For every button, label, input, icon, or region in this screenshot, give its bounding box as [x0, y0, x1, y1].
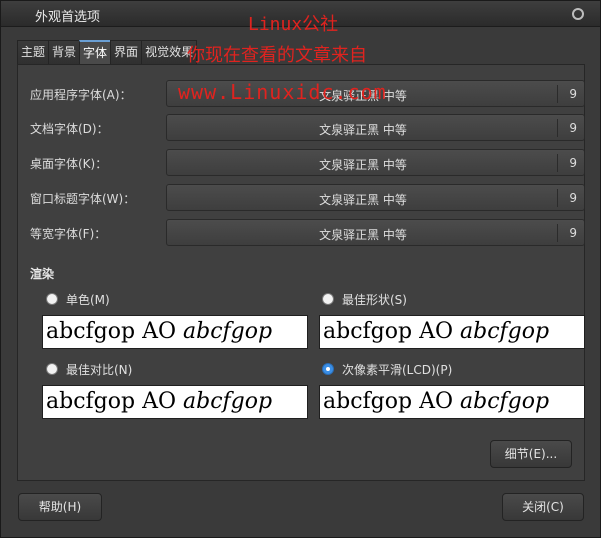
preview-italic-text: abcfgop	[183, 319, 273, 344]
application-font-label: 应用程序字体(A)：	[30, 88, 132, 102]
radio-best-shapes-label: 最佳形状(S)	[342, 292, 407, 307]
help-button[interactable]: 帮助(H)	[18, 493, 102, 521]
divider	[557, 85, 558, 103]
radio-best-shapes[interactable]: 最佳形状(S)	[322, 290, 407, 308]
radio-subpixel-lcd-label: 次像素平滑(LCD)(P)	[342, 362, 453, 377]
radio-subpixel-lcd[interactable]: 次像素平滑(LCD)(P)	[322, 360, 452, 378]
radio-indicator[interactable]	[46, 363, 58, 375]
font-size: 9	[569, 87, 577, 101]
radio-monochrome-label: 单色(M)	[66, 292, 110, 307]
document-font-button[interactable]: 文泉驿正黑 中等 9	[166, 114, 585, 141]
tab-bar: 主题 背景 字体 界面 视觉效果	[17, 40, 198, 64]
fonts-panel: 应用程序字体(A)： 文泉驿正黑 中等 9 文档字体(D)： 文泉驿正黑 中等 …	[17, 64, 585, 481]
font-name: 文泉驿正黑 中等	[319, 123, 407, 137]
title-bar: 外观首选项	[1, 1, 600, 27]
application-font-button[interactable]: 文泉驿正黑 中等 9	[166, 80, 585, 107]
window-title: 外观首选项	[35, 10, 101, 25]
font-size: 9	[569, 121, 577, 135]
window-title-font-label: 窗口标题字体(W)：	[30, 192, 136, 206]
close-window-icon[interactable]	[572, 8, 584, 20]
close-button[interactable]: 关闭(C)	[502, 493, 584, 521]
rendering-section-title: 渲染	[30, 267, 55, 281]
tab-visual-effects[interactable]: 视觉效果	[141, 40, 198, 64]
font-size: 9	[569, 226, 577, 240]
desktop-font-label: 桌面字体(K)：	[30, 157, 108, 171]
tab-fonts[interactable]: 字体	[79, 40, 112, 64]
application-font-row: 应用程序字体(A)： 文泉驿正黑 中等 9	[30, 80, 585, 108]
preview-text: abcfgop AO	[46, 319, 176, 344]
tab-theme[interactable]: 主题	[17, 40, 50, 64]
monospace-font-label: 等宽字体(F)：	[30, 227, 107, 241]
monospace-font-button[interactable]: 文泉驿正黑 中等 9	[166, 219, 585, 246]
preview-text: abcfgop AO	[323, 319, 453, 344]
window-title-font-row: 窗口标题字体(W)： 文泉驿正黑 中等 9	[30, 184, 585, 212]
preview-best-shapes: abcfgop AO abcfgop	[319, 315, 585, 349]
radio-indicator-selected[interactable]	[322, 363, 334, 375]
font-name: 文泉驿正黑 中等	[319, 228, 407, 242]
divider	[557, 189, 558, 207]
appearance-preferences-window: 外观首选项 主题 背景 字体 界面 视觉效果 应用程序字体(A)： 文泉驿正黑 …	[0, 0, 601, 538]
preview-text: abcfgop AO	[323, 389, 453, 414]
radio-monochrome[interactable]: 单色(M)	[46, 290, 110, 308]
tab-background[interactable]: 背景	[48, 40, 81, 64]
desktop-font-button[interactable]: 文泉驿正黑 中等 9	[166, 149, 585, 176]
divider	[557, 224, 558, 242]
monospace-font-row: 等宽字体(F)： 文泉驿正黑 中等 9	[30, 219, 585, 247]
tab-interface[interactable]: 界面	[110, 40, 143, 64]
radio-indicator[interactable]	[322, 293, 334, 305]
document-font-row: 文档字体(D)： 文泉驿正黑 中等 9	[30, 114, 585, 142]
preview-subpixel-lcd: abcfgop AO abcfgop	[319, 385, 585, 419]
font-name: 文泉驿正黑 中等	[319, 89, 407, 103]
document-font-label: 文档字体(D)：	[30, 122, 109, 136]
preview-italic-text: abcfgop	[183, 389, 273, 414]
font-name: 文泉驿正黑 中等	[319, 193, 407, 207]
divider	[557, 154, 558, 172]
radio-best-contrast[interactable]: 最佳对比(N)	[46, 360, 132, 378]
preview-text: abcfgop AO	[46, 389, 176, 414]
preview-italic-text: abcfgop	[460, 389, 550, 414]
preview-monochrome: abcfgop AO abcfgop	[42, 315, 308, 349]
font-size: 9	[569, 156, 577, 170]
preview-best-contrast: abcfgop AO abcfgop	[42, 385, 308, 419]
radio-best-contrast-label: 最佳对比(N)	[66, 362, 133, 377]
window-title-font-button[interactable]: 文泉驿正黑 中等 9	[166, 184, 585, 211]
preview-italic-text: abcfgop	[460, 319, 550, 344]
desktop-font-row: 桌面字体(K)： 文泉驿正黑 中等 9	[30, 149, 585, 177]
font-size: 9	[569, 191, 577, 205]
radio-indicator[interactable]	[46, 293, 58, 305]
font-name: 文泉驿正黑 中等	[319, 158, 407, 172]
divider	[557, 119, 558, 137]
details-button[interactable]: 细节(E)...	[490, 440, 572, 468]
